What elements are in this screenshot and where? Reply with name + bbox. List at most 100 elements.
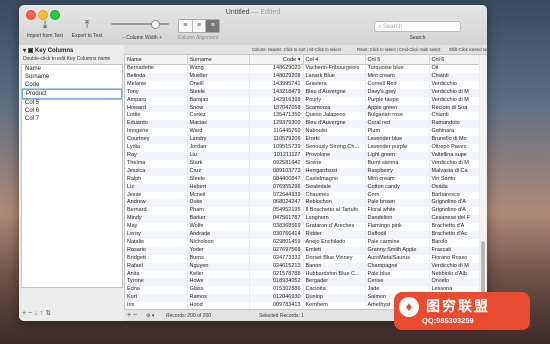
search-label: Search <box>409 35 426 41</box>
table-cell: Cruz <box>187 167 250 176</box>
table-row[interactable]: Tony Steele 143218479 Bleu d'Auvergne Davy's… <box>125 88 479 97</box>
table-cell: Recioto di Soa <box>429 104 479 113</box>
table-cell: Andrade <box>187 231 250 239</box>
column-alignment-control[interactable]: ≡ ≡ ≡ <box>178 19 220 33</box>
column-width-slider-knob[interactable] <box>151 20 160 29</box>
table-cell: Thelma <box>125 159 188 168</box>
column-header-col4[interactable]: Col 4 <box>303 55 366 65</box>
key-column-item-selected[interactable]: Product <box>22 89 122 99</box>
table-cell: Ovada <box>429 183 479 192</box>
align-left-icon[interactable]: ≡ <box>179 20 193 32</box>
table-cell: Pale brown <box>365 199 430 208</box>
key-columns-checkbox-icon: ▣ <box>27 48 36 54</box>
table-row[interactable]: Lottie Cortez 135471350 Queso Jalapeno Bulga… <box>125 112 479 121</box>
table-row[interactable]: Ray Liu 101211127 Provolone Light green Valte… <box>125 151 479 160</box>
table-cell: Pale blue <box>365 270 430 279</box>
table-row[interactable]: Jesse Mcneil 072644939 Chaumes Corn Barbaresc… <box>125 191 479 200</box>
column-header-col5[interactable]: Col 5 <box>365 55 430 65</box>
sort-icon[interactable]: ⇅ <box>45 310 53 317</box>
table-row[interactable]: Rosario Yoder 027697568 Emlett Granny Smith … <box>125 246 479 255</box>
table-row[interactable]: Natalie Nicholson 029801459 Anejo Enchilado… <box>125 238 479 247</box>
column-header-surname[interactable]: Surname <box>187 55 250 65</box>
key-column-item[interactable]: Code <box>22 81 122 89</box>
table-cell: 012046930 <box>249 294 304 303</box>
table-cell: 110579206 <box>249 136 304 145</box>
table-cell: Daffodil <box>365 231 430 239</box>
table-cell: Ray <box>125 151 188 160</box>
key-columns-header[interactable]: ▾ ▣ Key Columns <box>23 47 73 54</box>
gear-icon[interactable]: ⚙ ▾ <box>146 310 154 321</box>
table-cell: Cesanese del F <box>429 215 479 224</box>
table-cell: Nguyen <box>187 262 250 271</box>
table-cell: AuroMetalSaurus <box>365 254 430 263</box>
table-cell: 076955296 <box>249 183 304 192</box>
table-cell: Il Boschetto al Tartufo <box>303 207 366 216</box>
table-cell: Coral red <box>365 120 430 129</box>
column-header-code[interactable]: Code ▾ <box>249 55 304 65</box>
table-cell: Anita <box>125 270 188 279</box>
table-cell: Melanie <box>125 80 188 89</box>
import-from-text-button[interactable]: ⤓ Import from Text <box>23 19 67 39</box>
table-row[interactable]: Belinda Mueller 148029208 Lanark Blue Mint c… <box>125 72 479 81</box>
table-row[interactable]: Liz Hebert 076955296 Swaledale Cotton candy O… <box>125 183 479 192</box>
table-cell: Yoder <box>187 246 250 255</box>
column-header-col6[interactable]: Col 6 <box>429 55 479 65</box>
search-input[interactable]: ⌕ Search <box>374 21 461 32</box>
table-row[interactable]: Bridgett Burns 024773332 Dorset Blue Vinney… <box>125 254 479 263</box>
table-cell: 068024247 <box>249 199 304 208</box>
align-center-icon[interactable]: ≡ <box>193 20 207 32</box>
table-row[interactable]: Ralph Steele 084400847 Castelmagno Mint crea… <box>125 175 479 184</box>
vertical-scrollbar[interactable] <box>480 55 486 309</box>
table-row[interactable]: Thelma Stark 092581642 Sirene Burnt sienna Ve… <box>125 159 479 168</box>
table-row[interactable]: Rafael Nguyen 024615213 Banon Champagne Verdi… <box>125 262 479 271</box>
table-row[interactable]: Jessica Cruz 089103773 Herrgardsost Raspberr… <box>125 167 479 176</box>
key-column-item[interactable]: Col 6 <box>22 107 122 115</box>
table-row[interactable]: Lydia Jordan 109515739 Seriously Strong Ch.… <box>125 144 479 152</box>
table-row[interactable]: Anita Keller 021578788 Hubbardston Blue C..… <box>125 270 479 279</box>
records-table-container[interactable]: Name Surname Code ▾ Col 4 Col 5 Col 6 Be… <box>125 55 479 309</box>
edited-indicator: — Edited <box>251 9 281 16</box>
align-right-icon[interactable]: ≡ <box>206 20 220 32</box>
table-cell: Mueller <box>187 72 250 81</box>
table-cell: Kernhem <box>303 302 366 309</box>
table-row[interactable]: Tyrone Howe 018934052 Bergader Cerise Orvieto <box>125 278 479 287</box>
table-header-row: Name Surname Code ▾ Col 4 Col 5 Col 6 <box>125 55 479 65</box>
table-row[interactable]: Amparo Barajas 142916398 Pourly Purple taupe… <box>125 96 479 105</box>
table-row[interactable]: Melanie Oneill 143995741 Graviera Cornell Re… <box>125 80 479 89</box>
table-cell: Apple green <box>365 104 430 113</box>
column-width-slider[interactable] <box>111 20 169 29</box>
key-column-item[interactable]: Name <box>22 65 122 73</box>
table-cell: Ridder <box>303 231 366 239</box>
key-column-item[interactable]: Surname <box>22 73 122 81</box>
table-row[interactable]: May Wolfe 038368569 Grataron d' Areches Flam… <box>125 223 479 232</box>
key-columns-list[interactable]: Name Surname Code Product Col 5 Col 6 Co… <box>21 64 123 288</box>
table-cell: Ralph <box>125 175 188 184</box>
table-cell: Pham <box>187 207 250 216</box>
table-cell: Grataron d' Areches <box>303 223 366 232</box>
table-row[interactable]: Andrew Duke 068024247 Reblochon Pale brown Gr… <box>125 199 479 208</box>
table-cell: 027697568 <box>249 246 304 255</box>
table-row[interactable]: Howard Snow 137047058 Scamorza Apple green Re… <box>125 104 479 113</box>
export-to-text-button[interactable]: ⤒ Export to Text <box>67 19 107 39</box>
hint-bar: Column Header: Click to sort | Alt-Click… <box>124 45 487 55</box>
table-cell: Courtney <box>125 136 188 145</box>
key-column-item[interactable]: Col 7 <box>22 115 122 123</box>
table-cell: Grignolino d'A <box>429 207 479 216</box>
table-row[interactable]: Bernadette Wang 148629020 Vacherin-Fribourg… <box>125 64 479 73</box>
table-row[interactable]: Courtney Landry 110579206 Etorki Lavender bl… <box>125 136 479 145</box>
table-cell: Dandelion <box>365 215 430 224</box>
table-row[interactable]: Leroy Andrade 030766414 Ridder Daffodil Brach… <box>125 231 479 239</box>
key-column-item[interactable]: Col 5 <box>22 99 122 107</box>
column-header-name[interactable]: Name <box>125 55 188 65</box>
table-row[interactable]: Imogene Ward 116445760 Naboulsi Plum Gattinar… <box>125 128 479 137</box>
table-row[interactable]: Mindy Barker 047561787 Longhorn Dandelion Ces… <box>125 215 479 224</box>
table-cell: Pourly <box>303 96 366 105</box>
table-row[interactable]: Eduardo Macias 129379300 Bleu d'Auvergne Cor… <box>125 120 479 129</box>
add-record-icon[interactable]: + − <box>127 310 137 321</box>
table-cell: Jordan <box>187 144 250 152</box>
table-cell: Natalie <box>125 238 188 247</box>
table-body: Bernadette Wang 148629020 Vacherin-Fribourg… <box>125 64 479 309</box>
table-cell: Cerise <box>365 278 430 287</box>
table-row[interactable]: Bernard Pham 054952135 Il Boschetto al Tart… <box>125 207 479 216</box>
table-cell: Bleu d'Auvergne <box>303 120 366 129</box>
